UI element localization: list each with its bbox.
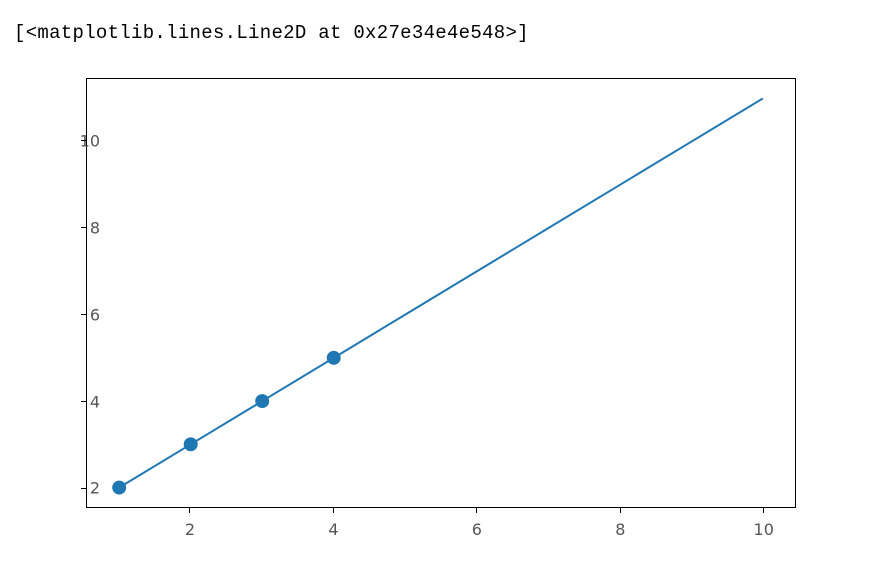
x-tick-label: 6 (472, 520, 482, 539)
y-tick-label: 2 (60, 479, 100, 498)
chart-marker (255, 394, 269, 408)
chart-line (119, 98, 763, 487)
x-tick-mark (333, 508, 334, 513)
chart-marker (327, 351, 341, 365)
chart-axes (86, 78, 796, 508)
x-tick-label: 8 (615, 520, 625, 539)
x-tick-label: 2 (185, 520, 195, 539)
y-tick-mark (81, 401, 86, 402)
x-tick-mark (189, 508, 190, 513)
y-tick-label: 10 (60, 131, 100, 150)
chart-marker (184, 437, 198, 451)
x-tick-mark (476, 508, 477, 513)
y-tick-mark (81, 140, 86, 141)
y-tick-label: 4 (60, 392, 100, 411)
y-tick-mark (81, 227, 86, 228)
repl-output-text: [<matplotlib.lines.Line2D at 0x27e34e4e5… (14, 22, 529, 44)
x-tick-label: 4 (328, 520, 338, 539)
chart-svg (87, 79, 795, 507)
y-tick-label: 8 (60, 218, 100, 237)
x-tick-label: 10 (754, 520, 774, 539)
y-tick-mark (81, 314, 86, 315)
y-tick-label: 6 (60, 305, 100, 324)
y-tick-mark (81, 488, 86, 489)
x-tick-mark (763, 508, 764, 513)
chart-marker (112, 481, 126, 495)
x-tick-mark (620, 508, 621, 513)
chart-container: 2 4 6 8 10 2 4 6 8 10 (0, 60, 830, 566)
